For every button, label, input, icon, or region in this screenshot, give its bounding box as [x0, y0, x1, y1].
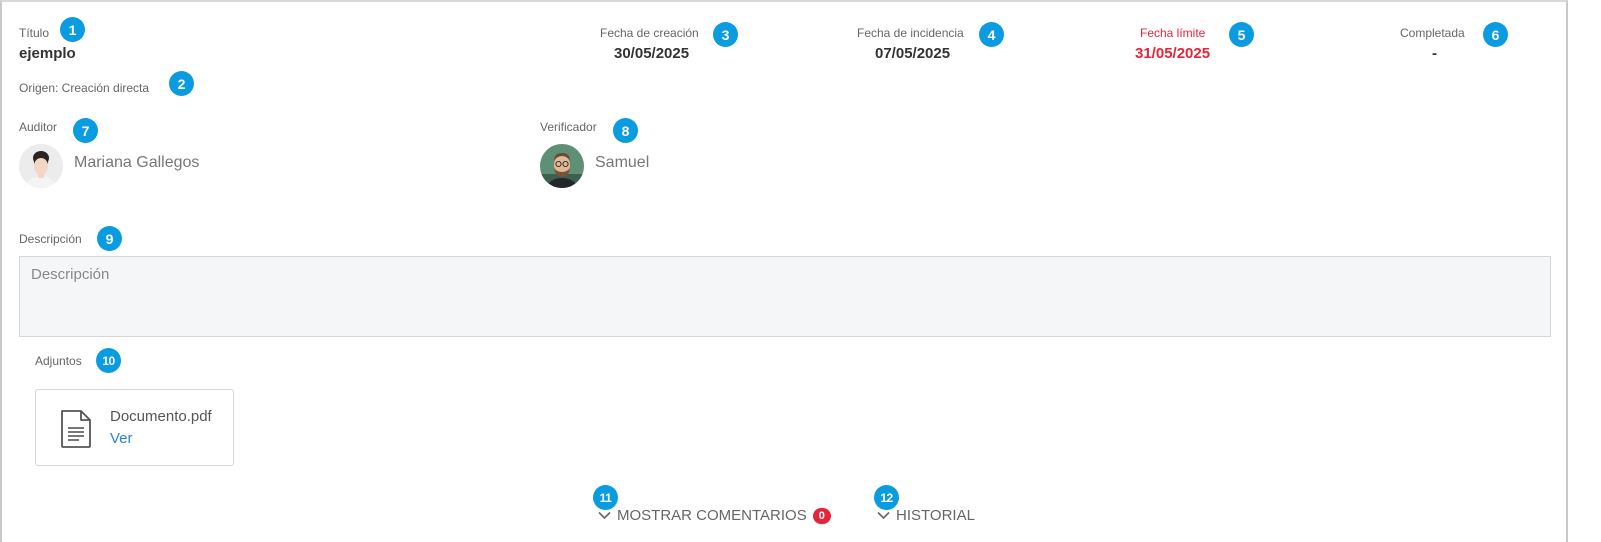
attachment-view-link[interactable]: Ver	[110, 430, 133, 447]
title-value: ejemplo	[19, 45, 76, 62]
due-date-value: 31/05/2025	[1135, 45, 1211, 62]
chevron-down-icon	[598, 511, 611, 520]
completed-label: Completada	[1400, 26, 1465, 40]
callout-badge: 4	[979, 22, 1004, 47]
auditor-avatar	[19, 144, 63, 188]
callout-badge: 9	[97, 226, 122, 251]
callout-badge: 3	[713, 22, 738, 47]
history-label: HISTORIAL	[896, 507, 975, 524]
verifier-name: Samuel	[595, 154, 650, 171]
created-date-label: Fecha de creación	[600, 26, 699, 40]
callout-badge: 2	[169, 71, 194, 96]
completed-value: -	[1432, 45, 1437, 62]
attachment-file-name: Documento.pdf	[110, 408, 212, 425]
verifier-label: Verificador	[540, 120, 597, 134]
callout-badge: 8	[613, 118, 638, 143]
due-date-label: Fecha límite	[1140, 26, 1206, 40]
callout-badge: 6	[1483, 22, 1508, 47]
comments-count-badge: 0	[812, 507, 831, 524]
description-box	[19, 256, 1551, 337]
chevron-down-icon	[877, 511, 890, 520]
document-icon	[61, 410, 91, 448]
history-toggle[interactable]: HISTORIAL	[877, 507, 975, 524]
verifier-photo	[540, 144, 584, 188]
title-label: Título	[19, 26, 50, 40]
attachment-card[interactable]: Documento.pdf Ver	[35, 389, 234, 466]
description-label: Descripción	[19, 232, 82, 246]
show-comments-label: MOSTRAR COMENTARIOS	[617, 507, 807, 524]
callout-badge: 7	[73, 118, 98, 143]
attachments-label: Adjuntos	[35, 354, 82, 368]
origin-text: Origen: Creación directa	[19, 81, 150, 95]
auditor-name: Mariana Gallegos	[74, 154, 200, 171]
incident-date-value: 07/05/2025	[875, 45, 951, 62]
show-comments-toggle[interactable]: MOSTRAR COMENTARIOS 0	[598, 507, 831, 524]
callout-badge: 1	[60, 17, 85, 42]
description-input[interactable]	[31, 266, 1539, 327]
callout-badge: 5	[1229, 22, 1254, 47]
auditor-photo	[19, 144, 63, 188]
created-date-value: 30/05/2025	[614, 45, 690, 62]
auditor-label: Auditor	[19, 120, 58, 134]
incident-date-label: Fecha de incidencia	[857, 26, 964, 40]
verifier-avatar	[540, 144, 584, 188]
callout-badge: 10	[96, 348, 121, 373]
